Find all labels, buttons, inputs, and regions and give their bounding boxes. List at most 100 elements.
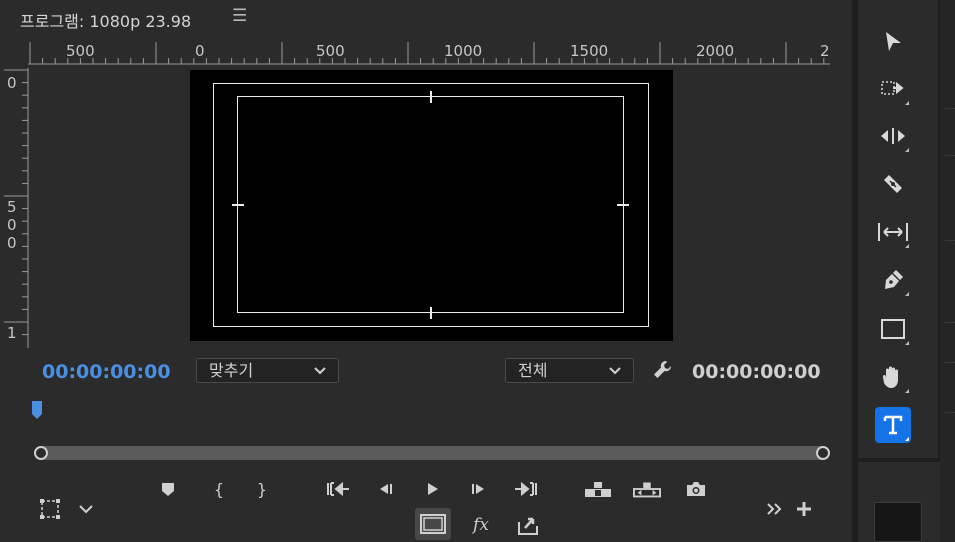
step-back-icon: [380, 484, 392, 494]
lower-panel: [858, 462, 940, 542]
monitor-frame-icon: [420, 514, 446, 534]
tool-flyout-indicator: [905, 437, 909, 441]
selection-tool[interactable]: [875, 24, 911, 60]
safe-guide-tick: [430, 91, 432, 103]
tool-flyout-indicator: [905, 389, 909, 393]
step-forward-button[interactable]: [465, 476, 493, 502]
ripple-edit-tool[interactable]: [875, 118, 911, 154]
divider: [945, 412, 955, 413]
hand-tool[interactable]: [875, 359, 911, 395]
camera-icon: [687, 482, 705, 496]
step-back-button[interactable]: [371, 476, 399, 502]
step-forward-icon: [472, 484, 484, 494]
more-controls-button[interactable]: [761, 496, 789, 522]
hamburger-menu-icon[interactable]: ☰: [232, 6, 247, 26]
resolution-value: 전체: [518, 361, 548, 380]
go-to-out-icon: [515, 481, 537, 497]
tools-panel: [858, 0, 938, 458]
ruler-label: 1000: [444, 42, 483, 60]
safe-guide-tick: [617, 204, 629, 206]
ruler-label: 0: [7, 216, 17, 234]
ruler-label: 500: [66, 42, 95, 60]
extract-icon: [633, 482, 661, 498]
export-button[interactable]: [514, 512, 542, 538]
chevron-down-icon: [312, 359, 328, 388]
arrow-pointer-icon: [886, 32, 901, 51]
ruler-label: 0: [7, 74, 17, 92]
tool-flyout-indicator: [905, 341, 909, 345]
track-select-icon: [881, 81, 904, 95]
ruler-label: 0: [195, 42, 205, 60]
settings-dropdown-button[interactable]: [72, 496, 100, 522]
plus-icon: [797, 502, 811, 516]
chevron-down-icon: [79, 505, 93, 514]
extract-button[interactable]: [633, 476, 661, 502]
pen-tool[interactable]: [875, 262, 911, 298]
panel-title[interactable]: 프로그램: 1080p 23.98: [20, 8, 191, 32]
fx-toggle-button[interactable]: fx: [467, 512, 495, 538]
resolution-dropdown[interactable]: 전체: [505, 358, 634, 383]
divider: [945, 362, 955, 363]
play-button[interactable]: [418, 476, 446, 502]
ruler-label: 1500: [570, 42, 609, 60]
current-timecode[interactable]: 00:00:00:00: [42, 361, 171, 383]
ruler-label: 2000: [696, 42, 735, 60]
safe-margins-button[interactable]: [36, 496, 64, 522]
duration-timecode: 00:00:00:00: [692, 361, 821, 383]
wrench-icon[interactable]: [651, 358, 675, 382]
lift-button[interactable]: [584, 476, 612, 502]
lift-icon: [585, 482, 611, 497]
slip-icon: [878, 223, 908, 241]
type-icon: [883, 415, 903, 435]
double-chevron-right-icon: [767, 503, 782, 515]
ruler-label: 1: [7, 324, 17, 342]
horizontal-ruler: 500 0 500 1000 1500 2000 2: [28, 40, 830, 66]
zoom-value: 맞추기: [209, 361, 254, 380]
slip-tool[interactable]: [875, 214, 911, 250]
time-scrubber[interactable]: [42, 446, 824, 460]
rectangle-tool[interactable]: [875, 311, 911, 347]
tool-flyout-indicator: [905, 148, 909, 152]
adjacent-panel-edge: [940, 0, 955, 542]
play-icon: [428, 483, 438, 495]
divider: [945, 322, 955, 323]
go-to-in-button[interactable]: [324, 476, 352, 502]
pen-icon: [885, 270, 903, 289]
program-monitor-panel: 프로그램: 1080p 23.98 ☰ 500 0 500 1000 1500 …: [0, 0, 852, 542]
tool-flyout-indicator: [905, 292, 909, 296]
type-tool[interactable]: [875, 407, 911, 443]
divider: [945, 155, 955, 156]
safe-guide-tick: [430, 307, 432, 319]
title-safe-guide: [237, 96, 624, 313]
track-select-tool[interactable]: [875, 71, 911, 107]
mark-in-button[interactable]: {: [205, 476, 233, 502]
zoom-dropdown[interactable]: 맞추기: [196, 358, 339, 383]
vertical-ruler: 0 5 0 0 1: [0, 68, 30, 348]
go-to-out-button[interactable]: [512, 476, 540, 502]
playhead-icon[interactable]: [30, 400, 44, 422]
divider: [945, 108, 955, 109]
razor-tool[interactable]: [875, 166, 911, 202]
panel-thumbnail[interactable]: [874, 502, 922, 542]
ruler-label: 0: [7, 234, 17, 252]
export-icon: [518, 517, 538, 535]
divider: [945, 240, 955, 241]
export-frame-button[interactable]: [682, 476, 710, 502]
add-marker-button[interactable]: [154, 476, 182, 502]
scrubber-end-handle[interactable]: [816, 446, 830, 460]
safe-margins-icon: [40, 499, 60, 519]
chevron-down-icon: [607, 359, 623, 388]
hand-icon: [882, 366, 898, 388]
rectangle-icon: [881, 319, 905, 339]
ruler-label: 2: [820, 42, 830, 60]
comparison-view-button[interactable]: [415, 508, 451, 540]
scrubber-start-handle[interactable]: [34, 446, 48, 460]
tool-flyout-indicator: [905, 244, 909, 248]
ruler-label: 5: [7, 198, 17, 216]
fx-icon: fx: [473, 515, 489, 535]
mark-out-button[interactable]: }: [248, 476, 276, 502]
program-canvas[interactable]: [190, 70, 673, 341]
go-to-in-icon: [327, 481, 349, 497]
safe-guide-tick: [232, 204, 244, 206]
button-editor-button[interactable]: [790, 496, 818, 522]
